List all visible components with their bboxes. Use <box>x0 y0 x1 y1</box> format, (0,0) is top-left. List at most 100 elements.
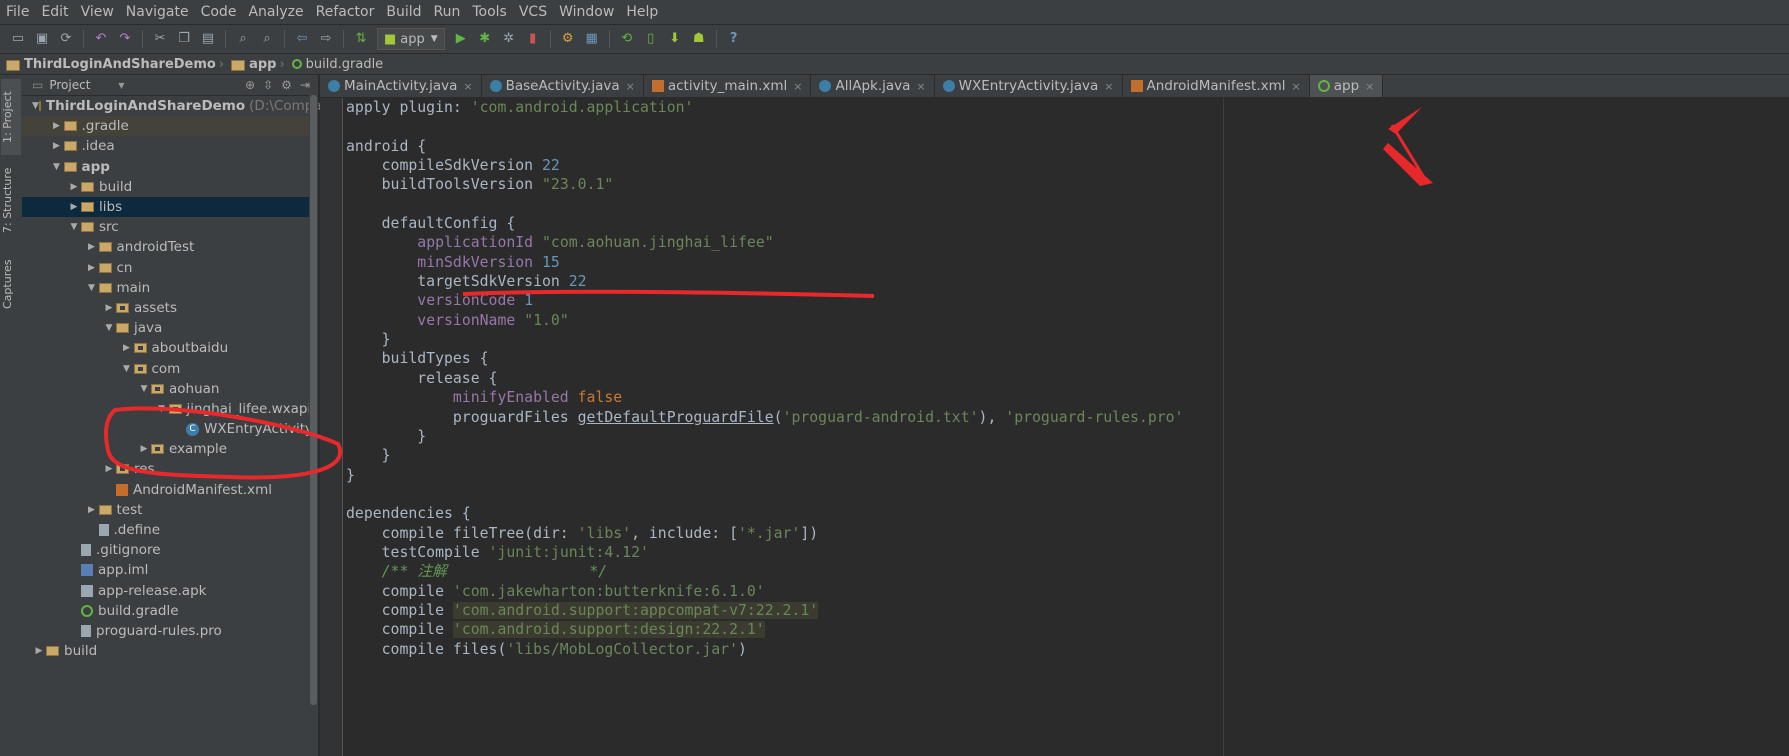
tree-item[interactable]: AndroidManifest.xml <box>22 480 318 500</box>
tree-item[interactable]: ▶ build <box>22 177 318 197</box>
breadcrumb-project[interactable]: ThirdLoginAndShareDemo › <box>6 57 227 72</box>
close-icon[interactable]: × <box>626 80 635 93</box>
tree-item[interactable]: ▶ aboutbaidu <box>22 338 318 358</box>
project-structure-icon[interactable]: ▦ <box>584 31 600 47</box>
tree-item[interactable]: build.gradle <box>22 601 318 621</box>
project-view-selector[interactable]: Project <box>49 78 90 92</box>
editor-tab[interactable]: MainActivity.java × <box>320 75 482 97</box>
editor-tab[interactable]: WXEntryActivity.java × <box>935 75 1123 97</box>
run-icon[interactable]: ▶ <box>453 31 469 47</box>
tree-item[interactable]: app-release.apk <box>22 581 318 601</box>
chevron-down-icon[interactable]: ▼ <box>118 81 124 90</box>
collapsed-arrow-icon[interactable]: ▶ <box>67 202 81 212</box>
tree-item[interactable]: ▼ app <box>22 157 318 177</box>
tree-item[interactable]: ▼ jinghai_lifee.wxapi <box>22 399 318 419</box>
expanded-arrow-icon[interactable]: ▼ <box>137 384 151 394</box>
collapsed-arrow-icon[interactable]: ▶ <box>85 505 99 515</box>
close-icon[interactable]: × <box>793 80 802 93</box>
tree-item[interactable]: C WXEntryActivity <box>22 419 318 439</box>
close-icon[interactable]: × <box>1292 80 1301 93</box>
expanded-arrow-icon[interactable]: ▼ <box>85 283 99 293</box>
debug-icon[interactable]: ✱ <box>477 31 493 47</box>
menu-tools[interactable]: Tools <box>466 4 513 20</box>
settings-icon[interactable]: ⚙ <box>560 31 576 47</box>
editor-tab[interactable]: app × <box>1309 75 1384 97</box>
menu-edit[interactable]: Edit <box>35 4 74 20</box>
tree-item[interactable]: ▶ androidTest <box>22 237 318 257</box>
hide-panel-icon[interactable]: ⇥ <box>300 78 310 92</box>
scrollbar-thumb[interactable] <box>310 95 317 705</box>
avd-manager-icon[interactable]: ▯ <box>643 31 659 47</box>
tree-item[interactable]: ▼ com <box>22 358 318 378</box>
forward-icon[interactable]: ⇨ <box>318 31 334 47</box>
cut-icon[interactable]: ✂ <box>152 31 168 47</box>
tree-item[interactable]: app.iml <box>22 560 318 580</box>
side-tab-structure[interactable]: 7: Structure <box>1 163 21 237</box>
tree-item[interactable]: ▶ res <box>22 459 318 479</box>
tree-item[interactable]: ▶ build <box>22 641 318 661</box>
expanded-arrow-icon[interactable]: ▼ <box>50 162 64 172</box>
menu-code[interactable]: Code <box>195 4 243 20</box>
tree-item[interactable]: ▶ assets <box>22 298 318 318</box>
editor-tab[interactable]: activity_main.xml × <box>644 75 812 97</box>
collapsed-arrow-icon[interactable]: ▶ <box>67 182 81 192</box>
menu-run[interactable]: Run <box>428 4 467 20</box>
expanded-arrow-icon[interactable]: ▼ <box>32 101 39 111</box>
tree-item[interactable]: ▼ java <box>22 318 318 338</box>
tree-item[interactable]: ▼ main <box>22 278 318 298</box>
collapsed-arrow-icon[interactable]: ▶ <box>102 303 116 313</box>
tree-item[interactable]: ▶ libs <box>22 196 318 218</box>
menu-vcs[interactable]: VCS <box>513 4 553 20</box>
side-tab-project[interactable]: 1: Project <box>1 79 21 155</box>
editor-tab[interactable]: BaseActivity.java × <box>482 75 644 97</box>
help-icon[interactable]: ? <box>726 31 742 47</box>
editor-tab[interactable]: AllApk.java × <box>811 75 935 97</box>
menu-navigate[interactable]: Navigate <box>120 4 195 20</box>
copy-icon[interactable]: ❐ <box>176 31 192 47</box>
menu-file[interactable]: File <box>0 4 35 20</box>
close-icon[interactable]: × <box>1365 80 1374 93</box>
expanded-arrow-icon[interactable]: ▼ <box>155 404 169 414</box>
menu-view[interactable]: View <box>75 4 120 20</box>
sdk-manager-icon[interactable]: ⬇ <box>667 31 683 47</box>
tree-item[interactable]: .define <box>22 520 318 540</box>
collapsed-arrow-icon[interactable]: ▶ <box>85 263 99 273</box>
menu-build[interactable]: Build <box>380 4 427 20</box>
tree-item[interactable]: ▶ example <box>22 439 318 459</box>
save-all-icon[interactable]: ▣ <box>34 31 50 47</box>
tree-item[interactable]: ▼ aohuan <box>22 379 318 399</box>
tree-item[interactable]: ▼ ThirdLoginAndShareDemo (D:\Company\A <box>22 96 352 116</box>
editor-gutter[interactable] <box>320 98 343 756</box>
code-editor[interactable]: apply plugin: 'com.android.application' … <box>346 98 1786 659</box>
tree-item[interactable]: .gitignore <box>22 540 318 560</box>
project-scrollbar[interactable] <box>309 95 318 755</box>
expanded-arrow-icon[interactable]: ▼ <box>102 323 116 333</box>
gradle-sync-icon[interactable]: ⟲ <box>619 31 635 47</box>
close-icon[interactable]: × <box>916 80 925 93</box>
tree-item[interactable]: ▼ src <box>22 217 318 237</box>
collapsed-arrow-icon[interactable]: ▶ <box>32 646 46 656</box>
open-folder-icon[interactable]: ▭ <box>10 31 26 47</box>
find-icon[interactable]: ⌕ <box>235 31 251 47</box>
breadcrumb-file[interactable]: build.gradle <box>291 57 383 72</box>
menu-window[interactable]: Window <box>553 4 620 20</box>
collapsed-arrow-icon[interactable]: ▶ <box>85 242 99 252</box>
tree-item[interactable]: ▶ test <box>22 500 318 520</box>
editor-tab[interactable]: AndroidManifest.xml × <box>1123 75 1310 97</box>
menu-analyze[interactable]: Analyze <box>242 4 309 20</box>
side-tab-captures[interactable]: Captures <box>1 251 21 317</box>
back-icon[interactable]: ⇦ <box>294 31 310 47</box>
breadcrumb-module[interactable]: app › <box>231 57 288 72</box>
collapsed-arrow-icon[interactable]: ▶ <box>50 121 64 131</box>
tree-item[interactable]: ▶ cn <box>22 258 318 278</box>
attach-debugger-icon[interactable]: ✲ <box>501 31 517 47</box>
tree-item[interactable]: ▶ .idea <box>22 136 318 156</box>
stop-icon[interactable]: ▮ <box>525 31 541 47</box>
collapse-all-icon[interactable]: ⇳ <box>263 78 273 92</box>
scroll-from-source-icon[interactable]: ⊕ <box>245 78 255 92</box>
tree-item[interactable]: proguard-rules.pro <box>22 621 318 641</box>
android-device-monitor-icon[interactable]: ☗ <box>691 31 707 47</box>
collapsed-arrow-icon[interactable]: ▶ <box>102 464 116 474</box>
close-icon[interactable]: × <box>1104 80 1113 93</box>
run-configuration-select[interactable]: ■ app ▼ <box>377 28 445 50</box>
